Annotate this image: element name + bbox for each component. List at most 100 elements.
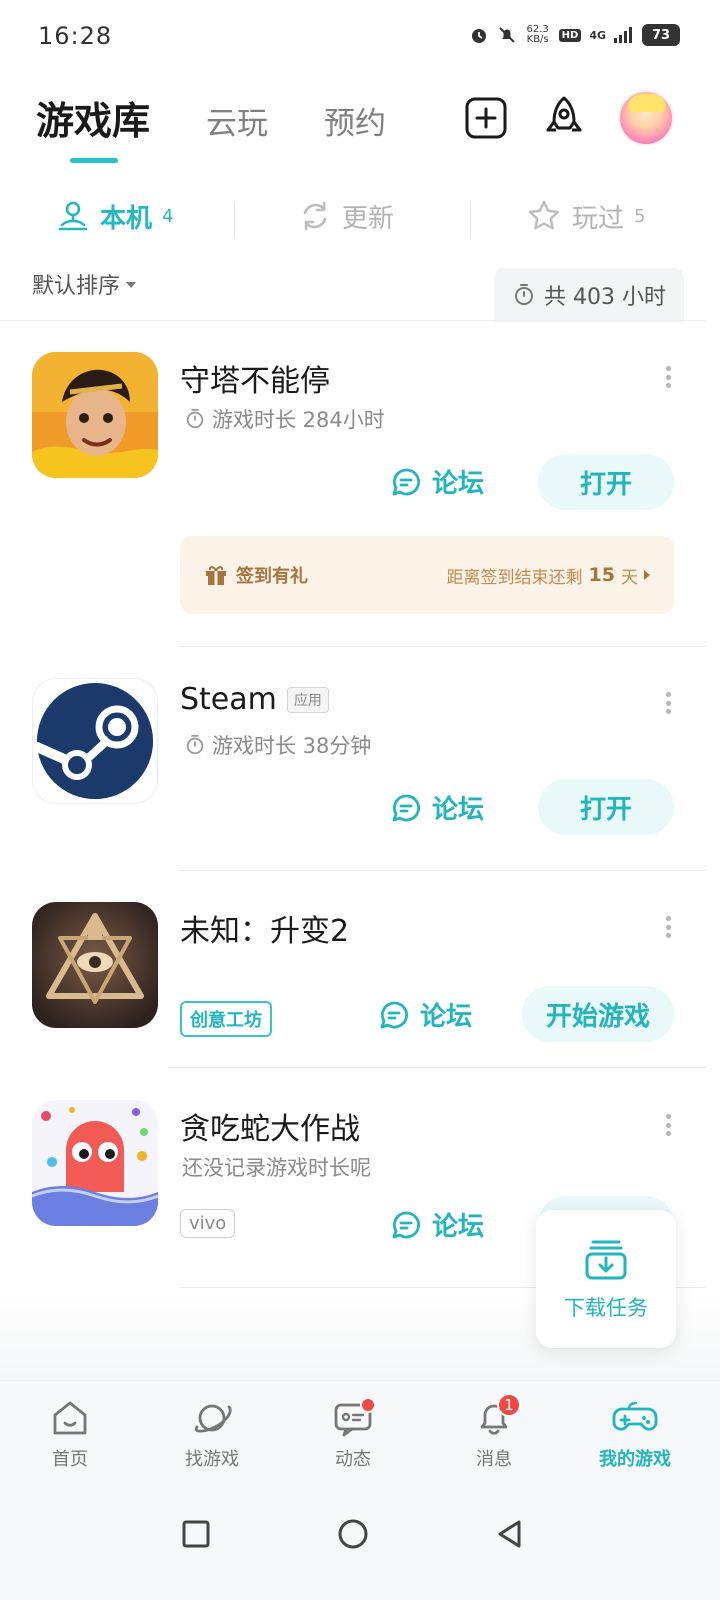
download-tasks-button[interactable]: 下载任务 (536, 1210, 676, 1348)
status-icons: 62.3 KB/s HD 4G 73 (469, 24, 680, 46)
total-playtime: 共 403 小时 (494, 268, 684, 322)
gamepad-icon (612, 1401, 658, 1431)
subtab-played-count: 5 (634, 205, 646, 227)
nav-home[interactable]: 首页 (15, 1397, 125, 1471)
forum-button[interactable]: 论坛 (390, 1206, 484, 1243)
signin-banner[interactable]: 签到有礼 距离签到结束还剩 15 天 (180, 536, 674, 614)
game-title: 未知：升变2 (180, 914, 350, 949)
back-button[interactable] (488, 1512, 532, 1556)
subtab-update-label: 更新 (342, 203, 395, 234)
tower-hero-icon (32, 352, 158, 478)
subtab-local[interactable]: 本机 4 (56, 190, 173, 242)
forum-icon (392, 1211, 420, 1238)
app-tag: 应用 (286, 686, 329, 713)
signin-countdown-suffix: 天 (621, 567, 638, 588)
forum-button[interactable]: 论坛 (390, 463, 484, 500)
tab-cloud-play[interactable]: 云玩 (206, 98, 268, 143)
divider (470, 202, 471, 238)
sort-dropdown[interactable]: 默认排序 (32, 268, 137, 300)
steam-logo-icon (33, 683, 153, 799)
game-playtime: 游戏时长 38分钟 (184, 730, 371, 760)
star-icon (529, 200, 559, 230)
add-game-button[interactable] (460, 92, 512, 144)
game-title: 守塔不能停 (180, 364, 330, 399)
game-icon[interactable] (32, 352, 158, 478)
circle-icon (338, 1519, 368, 1549)
forum-icon (392, 794, 420, 821)
divider (0, 320, 706, 321)
accelerate-button[interactable] (538, 92, 590, 144)
signal-icon (614, 27, 632, 43)
message-badge: 1 (497, 1393, 521, 1417)
timer-icon (186, 734, 204, 755)
new-activity-dot (360, 1397, 376, 1413)
total-playtime-text: 共 403 小时 (544, 285, 666, 310)
workshop-tag[interactable]: 创意工坊 (180, 1001, 272, 1037)
forum-button[interactable]: 论坛 (378, 996, 472, 1033)
nav-feed[interactable]: 动态 (298, 1397, 408, 1471)
game-playtime: 游戏时长 284小时 (184, 404, 385, 434)
game-icon[interactable] (32, 1100, 158, 1226)
game-icon[interactable] (32, 902, 158, 1028)
chevron-right-icon (644, 570, 650, 580)
subtab-update[interactable]: 更新 (298, 190, 394, 242)
download-box-icon (585, 1240, 627, 1280)
nav-find-games[interactable]: 找游戏 (157, 1397, 267, 1471)
rocket-icon (546, 96, 582, 132)
divider (168, 1067, 706, 1068)
local-device-icon (58, 201, 88, 231)
game-title: 贪吃蛇大作战 (180, 1112, 360, 1147)
subtab-local-count: 4 (162, 205, 174, 227)
game-playtime: 还没记录游戏时长呢 (182, 1156, 371, 1180)
avatar[interactable] (618, 90, 674, 146)
more-menu-icon[interactable] (658, 362, 678, 392)
sub-tabs: 本机 4 更新 玩过 5 (0, 190, 720, 242)
home-button[interactable] (331, 1512, 375, 1556)
battery-icon: 73 (642, 24, 680, 46)
planet-icon (194, 1404, 232, 1433)
hd-badge: HD (558, 28, 582, 42)
system-navigation-bar (0, 1490, 720, 1600)
signin-days: 15 (588, 564, 615, 586)
forum-icon (380, 1001, 408, 1028)
more-menu-icon[interactable] (658, 688, 678, 718)
more-menu-icon[interactable] (658, 1110, 678, 1140)
add-square-icon (465, 97, 507, 139)
unknown-emblem-icon (32, 902, 158, 1028)
subtab-played[interactable]: 玩过 5 (526, 190, 645, 242)
back-triangle-icon (498, 1520, 521, 1548)
game-title: Steam 应用 (180, 682, 329, 717)
forum-button[interactable]: 论坛 (390, 789, 484, 826)
subtab-played-label: 玩过 (572, 203, 625, 234)
subtab-local-label: 本机 (100, 203, 153, 234)
forum-icon (392, 468, 420, 495)
game-icon[interactable] (32, 678, 158, 804)
net-speed: 62.3 KB/s (526, 24, 549, 45)
more-menu-icon[interactable] (658, 912, 678, 942)
caret-down-icon (126, 282, 137, 288)
square-icon (182, 1520, 210, 1548)
tab-reservation[interactable]: 预约 (324, 98, 386, 143)
active-tab-indicator (70, 158, 118, 163)
timer-icon (186, 408, 204, 429)
open-game-button[interactable]: 打开 (538, 454, 674, 510)
nav-my-games[interactable]: 我的游戏 (580, 1397, 690, 1471)
snake-game-icon (32, 1100, 158, 1226)
tab-game-library[interactable]: 游戏库 (36, 90, 150, 145)
refresh-icon (303, 201, 327, 231)
signin-countdown-prefix: 距离签到结束还剩 (446, 567, 583, 588)
recent-apps-button[interactable] (174, 1512, 218, 1556)
nav-messages[interactable]: 1 消息 (439, 1393, 549, 1471)
divider (180, 646, 706, 647)
divider (180, 870, 706, 871)
open-game-button[interactable]: 打开 (538, 779, 674, 835)
bottom-nav: 首页 找游戏 动态 1 消息 我的游戏 (0, 1380, 720, 1490)
start-game-button[interactable]: 开始游戏 (522, 986, 674, 1042)
alarm-icon (471, 29, 486, 43)
vivo-tag: vivo (180, 1209, 236, 1238)
home-icon (53, 1401, 87, 1435)
gift-icon (206, 566, 226, 585)
sort-label: 默认排序 (32, 274, 121, 299)
signal-label: 4G (589, 28, 606, 42)
mute-bell-icon (498, 27, 515, 43)
